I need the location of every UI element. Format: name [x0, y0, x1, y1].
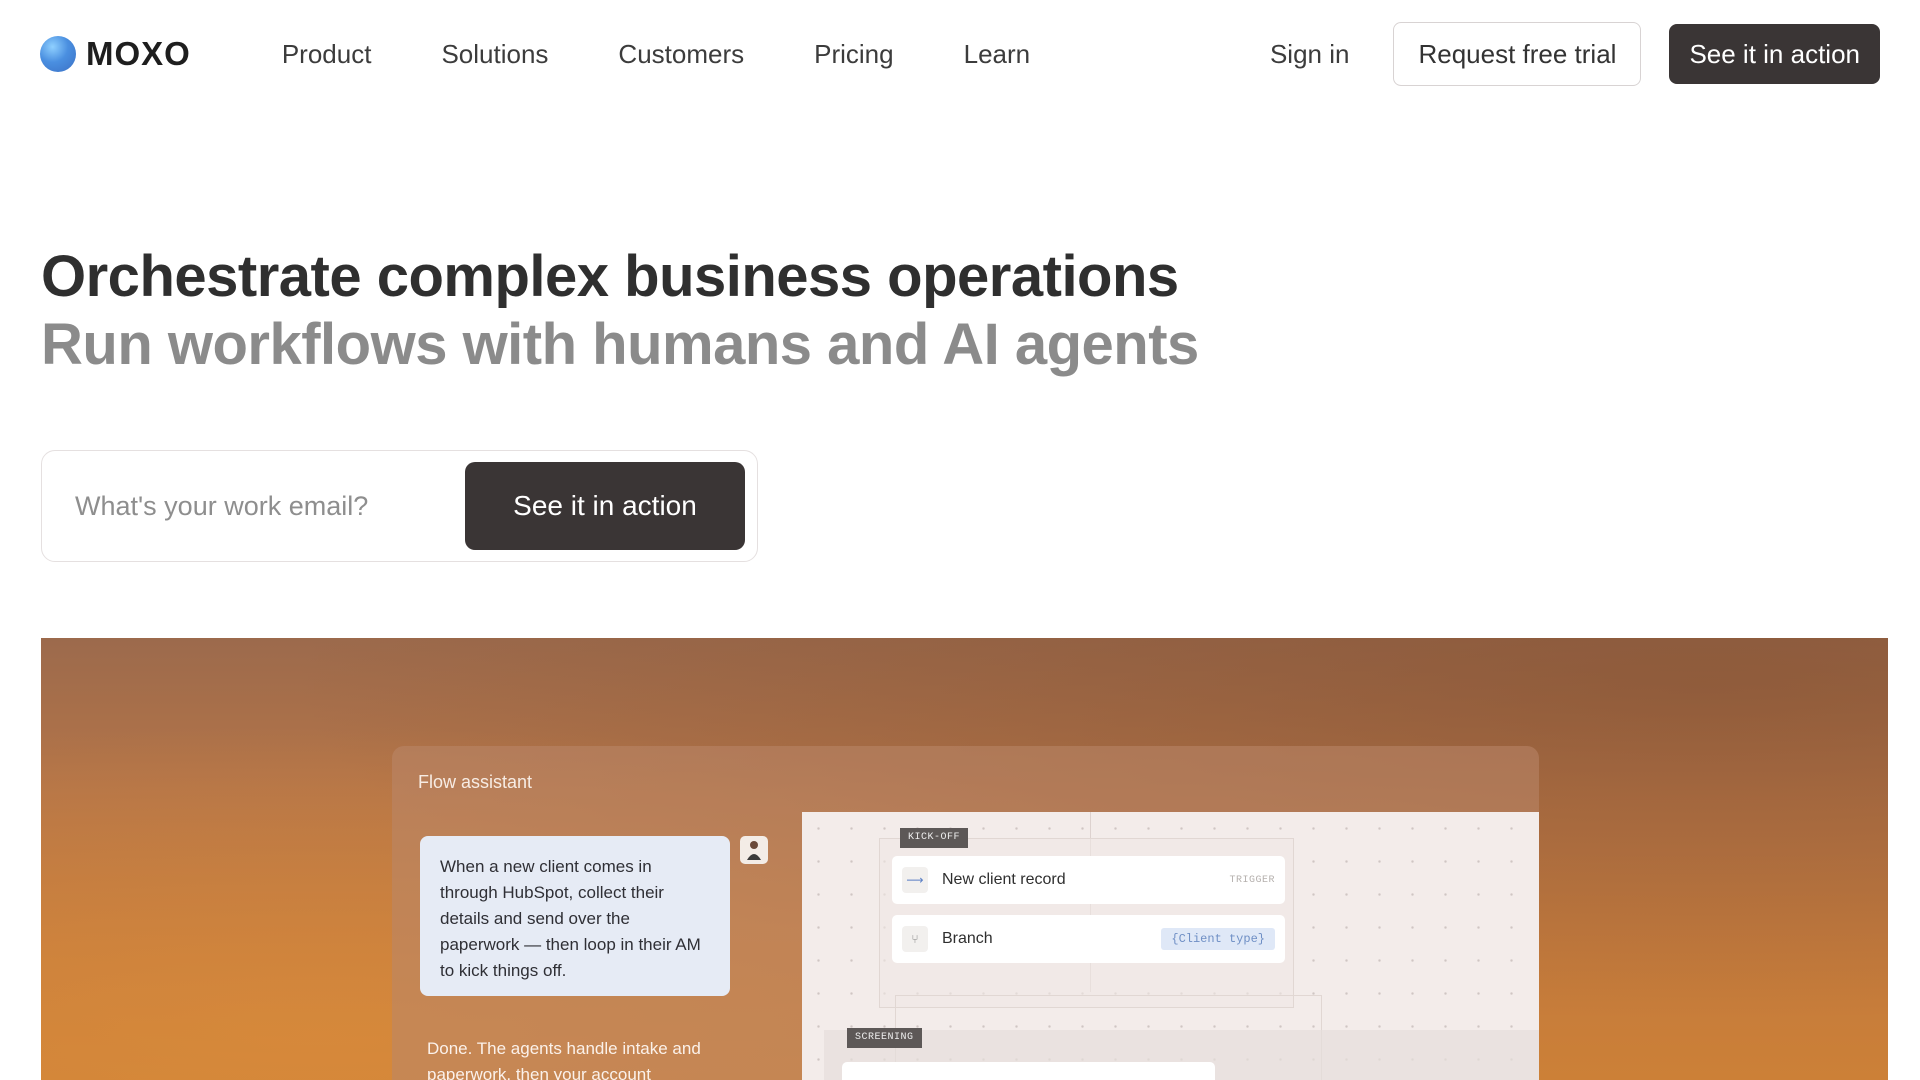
flow-node-new-client-record[interactable]: ⟶ New client record TRIGGER [892, 856, 1285, 904]
client-type-chip: {Client type} [1161, 928, 1275, 950]
nav-item-pricing[interactable]: Pricing [779, 39, 928, 70]
screening-tag: SCREENING [847, 1028, 922, 1048]
nav-links: Product Solutions Customers Pricing Lear… [247, 39, 1065, 70]
trigger-label: TRIGGER [1229, 874, 1275, 886]
person-icon [747, 841, 761, 860]
flow-canvas[interactable]: KICK-OFF ⟶ New client record TRIGGER ⑂ B… [802, 812, 1539, 1080]
flow-node-screening[interactable] [842, 1062, 1215, 1080]
hero-subtitle: Run workflows with humans and AI agents [41, 312, 1199, 377]
panel-title: Flow assistant [418, 772, 533, 792]
work-email-input[interactable] [42, 451, 465, 561]
nav-item-customers[interactable]: Customers [583, 39, 779, 70]
product-showcase: Flow assistant When a new client comes i… [41, 638, 1888, 1080]
logo[interactable]: MOXO [40, 35, 191, 73]
sign-in-link[interactable]: Sign in [1270, 39, 1350, 70]
flow-node-branch[interactable]: ⑂ Branch {Client type} [892, 915, 1285, 963]
nav-item-solutions[interactable]: Solutions [406, 39, 583, 70]
request-trial-button[interactable]: Request free trial [1393, 22, 1642, 86]
hubspot-icon: ⟶ [902, 867, 928, 893]
node-label: Branch [942, 930, 993, 947]
flow-assistant-panel: Flow assistant When a new client comes i… [392, 746, 1539, 1080]
hero-title: Orchestrate complex business operations [41, 244, 1179, 309]
node-label: New client record [942, 871, 1066, 888]
user-avatar [740, 836, 768, 864]
branch-icon: ⑂ [902, 926, 928, 952]
user-message-bubble: When a new client comes in through HubSp… [420, 836, 730, 996]
hero-see-it-in-action-button[interactable]: See it in action [465, 462, 745, 550]
logo-mark-icon [40, 36, 76, 72]
email-signup-form: See it in action [41, 450, 758, 562]
nav-actions: Sign in Request free trial See it in act… [1270, 22, 1880, 86]
nav-see-it-in-action-button[interactable]: See it in action [1669, 24, 1880, 84]
logo-text: MOXO [86, 35, 191, 72]
top-nav: MOXO Product Solutions Customers Pricing… [0, 0, 1920, 108]
nav-item-learn[interactable]: Learn [929, 39, 1066, 70]
nav-item-product[interactable]: Product [247, 39, 407, 70]
kickoff-tag: KICK-OFF [900, 828, 969, 848]
assistant-reply: Done. The agents handle intake and paper… [427, 1039, 701, 1080]
